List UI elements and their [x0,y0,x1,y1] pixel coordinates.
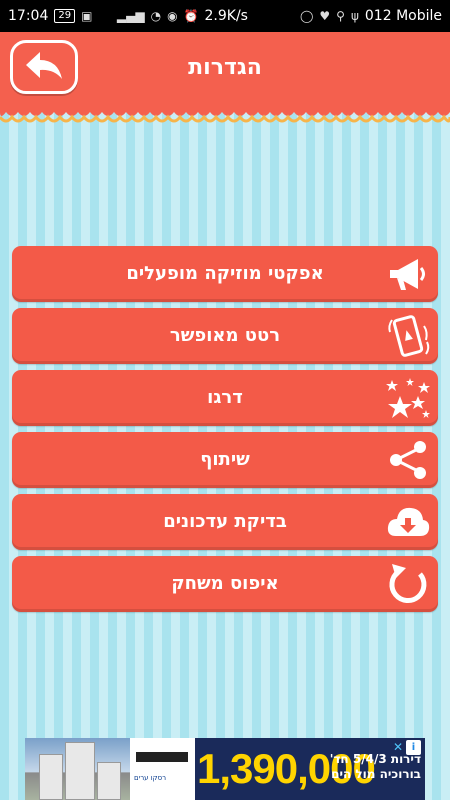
status-time: 17:04 [8,8,49,24]
menu-item-reset-game[interactable]: איפוס משחק [12,556,438,612]
usb-icon: ⚲ [336,9,345,23]
carrier-name: 012 Mobile [364,8,442,24]
alarm-icon: ⏰ [183,9,199,23]
ad-info-icon[interactable]: i [406,740,421,755]
stars-icon [386,378,430,418]
ad-logo [136,752,188,762]
share-icon [390,441,426,479]
megaphone-icon [390,259,425,290]
menu-item-label: איפוס משחק [171,573,279,594]
back-arrow-icon [26,52,62,79]
menu-item-label: בדיקת עדכונים [163,511,287,532]
sync-icon: ◯ [299,9,314,23]
cloud-download-icon [387,507,430,536]
menu-item-label: דרגו [207,387,243,408]
vibrating-phone-icon [388,315,430,357]
settings-menu: אפקטי מוזיקה מופעלים רטט מאופשר דרגו שית… [12,246,438,618]
signal-icon: ▂▄▆ [116,9,145,23]
ad-advertiser: רסקו ערים [134,774,167,782]
battery-badge: 29 [54,9,76,23]
menu-item-label: רטט מאופשר [169,325,281,346]
ad-text: דירות 5/4/3 חד' בורוכיה מול הים [329,752,421,782]
ad-line-2: בורוכיה מול הים [331,767,421,781]
ad-building-image [25,738,130,800]
menu-item-label: שיתוף [200,449,250,470]
back-button[interactable] [10,40,78,94]
menu-item-share[interactable]: שיתוף [12,432,438,488]
usb-debug-icon: ψ [350,9,359,23]
menu-item-label: אפקטי מוזיקה מופעלים [126,263,324,284]
menu-item-check-updates[interactable]: בדיקת עדכונים [12,494,438,550]
header-wavy-edge [0,104,450,123]
wifi-icon: ◔ [150,9,162,23]
ad-banner[interactable]: רסקו ערים 1,390,000 דירות 5/4/3 חד' בורו… [25,738,425,800]
menu-item-music-effects[interactable]: אפקטי מוזיקה מופעלים [12,246,438,302]
notification-icon: ▣ [81,9,93,23]
eye-icon: ◉ [167,9,178,23]
network-speed: 2.9K/s [204,8,248,24]
refresh-icon [389,564,427,604]
menu-item-rate[interactable]: דרגו [12,370,438,426]
ad-close-icon[interactable]: ✕ [393,740,403,754]
heart-icon: ♥ [319,9,331,23]
menu-item-vibration[interactable]: רטט מאופשר [12,308,438,364]
ad-logos: רסקו ערים [130,738,195,800]
status-bar: 17:04 29 ▣ ▂▄▆ ◔ ◉ ⏰ 2.9K/s ◯ ♥ ⚲ ψ 012 … [0,0,450,32]
